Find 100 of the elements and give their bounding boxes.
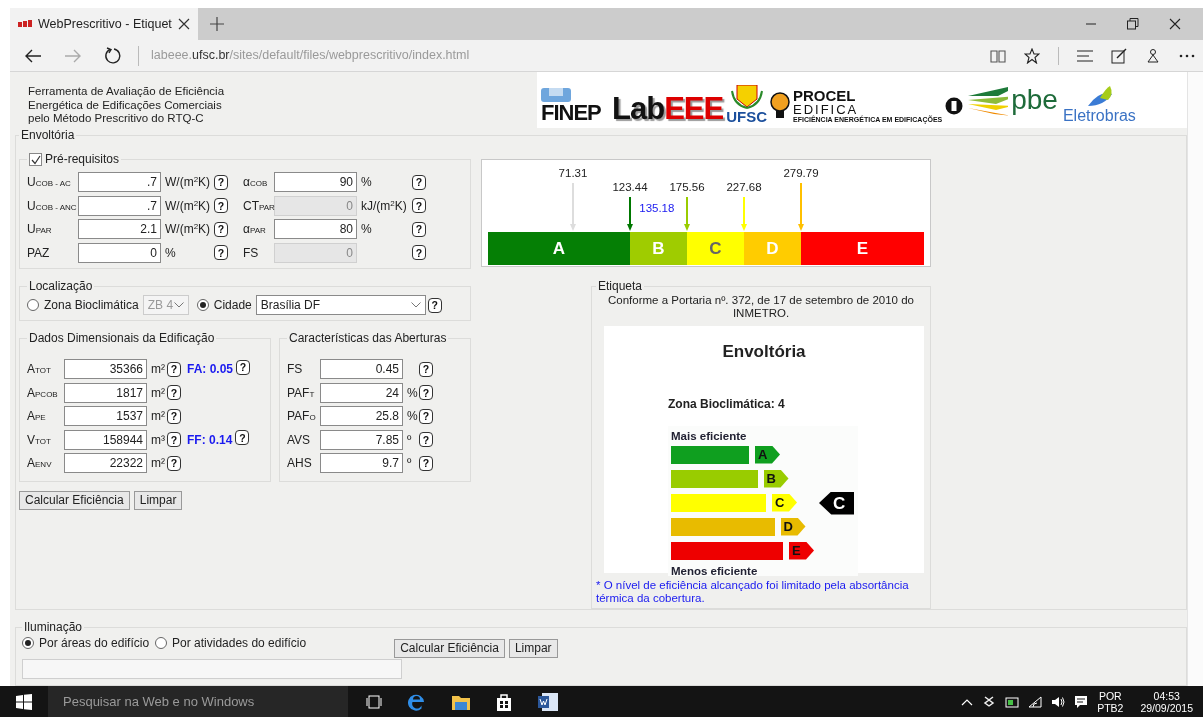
radio-label: Cidade bbox=[213, 297, 252, 315]
input-field[interactable]: 90 bbox=[274, 172, 357, 193]
browser-tab[interactable]: WebPrescritivo - Etiquet bbox=[10, 8, 198, 40]
wifi-icon[interactable] bbox=[1028, 695, 1043, 708]
help-button[interactable]: ? bbox=[419, 455, 433, 471]
field-label: AHS bbox=[287, 455, 313, 473]
input-field[interactable]: 1537 bbox=[64, 406, 147, 427]
scrollbar[interactable] bbox=[1187, 72, 1203, 686]
menu-icon[interactable] bbox=[1077, 49, 1093, 62]
input-field[interactable]: 2.1 bbox=[78, 219, 161, 240]
close-icon[interactable] bbox=[1169, 18, 1181, 30]
threshold-value: 227.68 bbox=[726, 181, 762, 193]
threshold-value: 279.79 bbox=[783, 167, 819, 179]
document-icon[interactable] bbox=[538, 692, 558, 711]
checkbox[interactable] bbox=[29, 153, 42, 167]
help-button[interactable]: ? bbox=[167, 408, 181, 424]
rating-tag: C bbox=[819, 491, 854, 515]
volume-icon[interactable] bbox=[1051, 695, 1066, 708]
pencil-square-icon[interactable] bbox=[1111, 47, 1127, 64]
restore-icon[interactable] bbox=[1127, 18, 1139, 30]
radio-button[interactable] bbox=[22, 637, 34, 649]
back-icon[interactable] bbox=[24, 47, 42, 64]
radio-button[interactable] bbox=[155, 637, 168, 649]
logo: pbe bbox=[968, 84, 1058, 124]
help-button[interactable]: ? bbox=[412, 174, 426, 190]
radio-label: Zona Bioclimática bbox=[44, 297, 139, 315]
help-button[interactable]: ? bbox=[419, 408, 433, 424]
edge-browser-icon[interactable] bbox=[408, 692, 426, 711]
field-label: FS bbox=[287, 361, 304, 379]
button[interactable]: Calcular Eficiência bbox=[19, 490, 130, 510]
shopping-bag-icon[interactable] bbox=[496, 692, 512, 711]
dropdown[interactable]: Brasília DF bbox=[255, 295, 426, 316]
input-field[interactable]: 7.85 bbox=[320, 429, 403, 450]
unit-label: W/(m$^{2}$K) bbox=[164, 221, 211, 239]
input-field[interactable]: 35366 bbox=[64, 359, 147, 380]
book-icon[interactable] bbox=[990, 48, 1006, 63]
input-field[interactable]: 24 bbox=[320, 382, 403, 403]
help-button[interactable]: ? bbox=[214, 198, 228, 214]
radio-label: Por áreas do edifício bbox=[39, 635, 150, 652]
unit-label: m² bbox=[150, 455, 165, 473]
help-button[interactable]: ? bbox=[419, 432, 433, 448]
ratio-value: FF: 0.14 bbox=[187, 431, 233, 449]
unit-label: % bbox=[360, 221, 372, 239]
input-field[interactable]: 22322 bbox=[64, 453, 147, 474]
radio-button[interactable] bbox=[196, 299, 209, 312]
chevron-down-icon[interactable] bbox=[410, 302, 421, 309]
input-field[interactable]: 0.45 bbox=[320, 359, 403, 380]
battery-icon[interactable] bbox=[1005, 695, 1020, 708]
help-button[interactable]: ? bbox=[419, 385, 433, 401]
zone-label: Zona Bioclimática: 4 bbox=[668, 395, 785, 413]
help-button[interactable]: ? bbox=[214, 245, 228, 261]
notification-icon[interactable] bbox=[1074, 694, 1089, 709]
more-icon[interactable] bbox=[1179, 53, 1195, 58]
help-button[interactable]: ? bbox=[214, 174, 228, 190]
star-icon[interactable] bbox=[1024, 47, 1040, 64]
help-button[interactable]: ? bbox=[235, 430, 250, 446]
folder-icon[interactable] bbox=[452, 693, 470, 710]
unit-label: kJ/(m$^{2}$K) bbox=[360, 197, 407, 215]
input-field[interactable]: 1817 bbox=[64, 382, 147, 403]
button[interactable]: Limpar bbox=[133, 490, 183, 510]
tab-title: WebPrescritivo - Etiquet bbox=[38, 15, 172, 33]
input-field[interactable]: 158944 bbox=[64, 429, 147, 450]
unit-label: % bbox=[164, 244, 176, 262]
input-field[interactable]: 0 bbox=[78, 242, 161, 263]
input-field[interactable]: 25.8 bbox=[320, 406, 403, 427]
task-view-icon[interactable] bbox=[366, 694, 382, 709]
help-button[interactable]: ? bbox=[167, 385, 181, 401]
close-icon[interactable] bbox=[177, 18, 190, 30]
footnote: * O nível de eficiência alcançado foi limitado pela absortância térmica da cobertura. bbox=[596, 579, 910, 605]
clock[interactable]: 04:53 29/09/2015 bbox=[1140, 689, 1193, 714]
logo: FINEP bbox=[541, 88, 609, 124]
regulation-note: Conforme a Portaria nº. 372, de 17 de setembro de 2010 do INMETRO. bbox=[607, 294, 915, 320]
help-button[interactable]: ? bbox=[167, 361, 181, 377]
help-button[interactable]: ? bbox=[236, 359, 251, 375]
logo: Eletrobras bbox=[1062, 86, 1136, 124]
help-button[interactable]: ? bbox=[167, 455, 181, 471]
language-indicator[interactable]: POR PTB2 bbox=[1097, 689, 1124, 714]
input-field[interactable]: 9.7 bbox=[320, 453, 403, 474]
help-button[interactable]: ? bbox=[412, 221, 426, 237]
refresh-icon[interactable] bbox=[104, 46, 122, 65]
segment-label: C bbox=[709, 239, 722, 258]
button[interactable]: Limpar bbox=[508, 638, 558, 658]
help-button[interactable]: ? bbox=[214, 221, 228, 237]
label-heading: Envoltória bbox=[722, 341, 806, 363]
windows-start-icon[interactable] bbox=[16, 693, 32, 710]
input-field[interactable]: .7 bbox=[78, 172, 161, 193]
chevron-up-icon[interactable] bbox=[961, 697, 974, 706]
input-field[interactable]: 80 bbox=[274, 219, 357, 240]
button[interactable]: Calcular Eficiência bbox=[394, 638, 505, 658]
unit-label: % bbox=[406, 384, 418, 402]
input-field[interactable]: .7 bbox=[78, 195, 161, 216]
help-button[interactable]: ? bbox=[167, 432, 181, 448]
help-button[interactable]: ? bbox=[419, 361, 433, 377]
unit-label: m² bbox=[150, 361, 165, 379]
section-title: Envoltória bbox=[20, 128, 76, 142]
help-button[interactable]: ? bbox=[427, 297, 442, 313]
new-tab-icon[interactable] bbox=[209, 17, 224, 31]
radio-label: Por atividades do edifício bbox=[172, 635, 307, 652]
search-field[interactable]: Pesquisar na Web e no Windows bbox=[48, 686, 348, 717]
address-field[interactable]: labeee.ufsc.br/sites/default/files/webprescritivo/index.html bbox=[151, 46, 470, 65]
